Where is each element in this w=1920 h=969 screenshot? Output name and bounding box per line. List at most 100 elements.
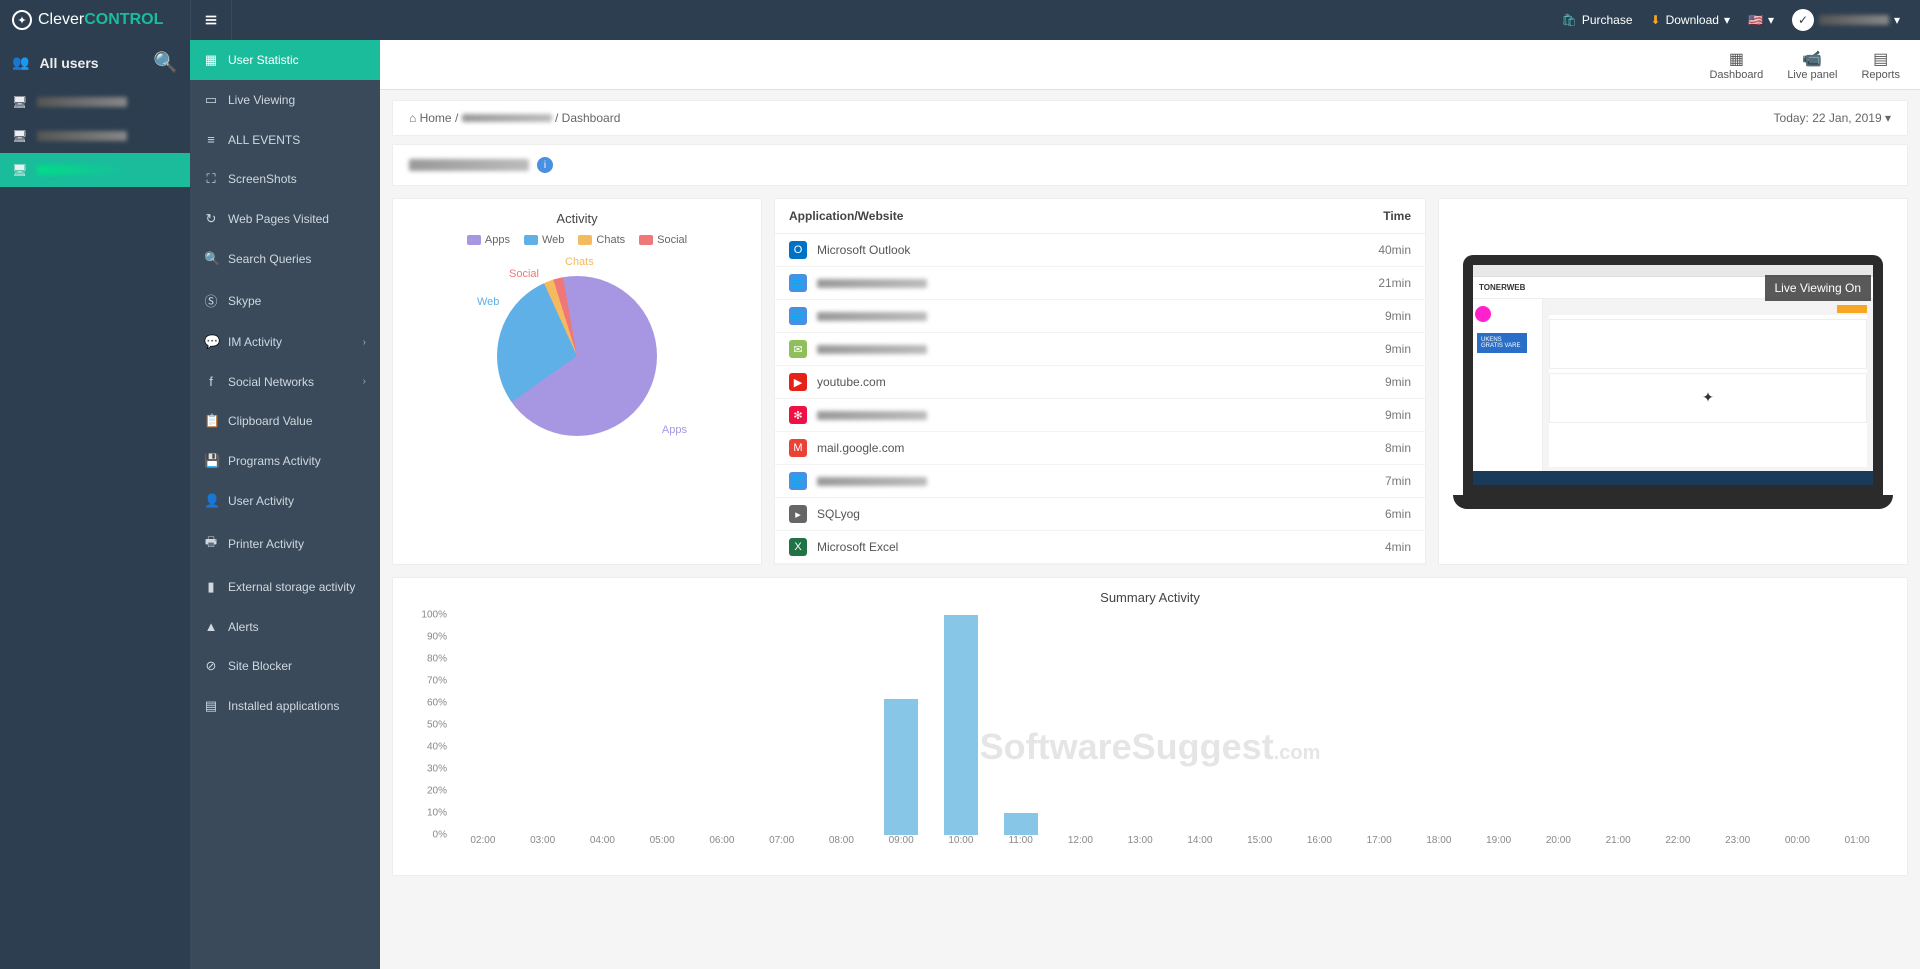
nav-item-alerts[interactable]: ▲Alerts — [190, 607, 380, 646]
nav-icon: ≡ — [204, 132, 218, 147]
brand-part2: CONTROL — [84, 11, 163, 28]
app-icon: M — [789, 439, 807, 457]
table-row[interactable]: ✉9min — [775, 333, 1425, 366]
topbar: ✦ CleverCONTROL 🛍 Purchase ⬇ Download ▾ … — [0, 0, 1920, 40]
chevron-right-icon: › — [363, 337, 366, 348]
x-tick: 02:00 — [470, 835, 495, 846]
x-tick: 16:00 — [1307, 835, 1332, 846]
live-panel-button[interactable]: 📹 Live panel — [1787, 49, 1837, 81]
swatch-apps — [467, 235, 481, 245]
app-time: 40min — [1378, 243, 1411, 257]
shield-icon: ✓ — [1792, 9, 1814, 31]
pie-label-social: Social — [509, 268, 539, 280]
nav-item-all-events[interactable]: ≡ALL EVENTS — [190, 120, 380, 159]
app-name: Microsoft Excel — [817, 540, 898, 554]
flag-icon: 🇺🇸 — [1748, 13, 1763, 27]
app-time: 9min — [1385, 309, 1411, 323]
nav-icon: ▮ — [204, 579, 218, 595]
bar[interactable] — [1004, 813, 1038, 835]
nav-icon: ▦ — [204, 52, 218, 68]
x-tick: 12:00 — [1068, 835, 1093, 846]
app-name: SQLyog — [817, 507, 860, 521]
nav-label: Clipboard Value — [228, 414, 313, 428]
swatch-web — [524, 235, 538, 245]
live-viewing-badge: Live Viewing On — [1765, 275, 1872, 301]
x-tick: 03:00 — [530, 835, 555, 846]
table-row[interactable]: XMicrosoft Excel4min — [775, 531, 1425, 564]
nav-icon: 💬 — [204, 334, 218, 350]
account-menu[interactable]: ✓ ▾ — [1792, 9, 1900, 31]
chevron-down-icon: ▾ — [1768, 13, 1774, 27]
x-tick: 17:00 — [1367, 835, 1392, 846]
nav-item-social-networks[interactable]: fSocial Networks› — [190, 362, 380, 401]
nav-item-printer-activity[interactable]: 🖶Printer Activity — [190, 521, 380, 567]
x-tick: 22:00 — [1665, 835, 1690, 846]
user-item[interactable]: 🖥 — [0, 119, 190, 153]
logo[interactable]: ✦ CleverCONTROL — [0, 10, 190, 30]
app-time: 8min — [1385, 441, 1411, 455]
language-selector[interactable]: 🇺🇸 ▾ — [1748, 13, 1774, 27]
table-row[interactable]: ▸SQLyog6min — [775, 498, 1425, 531]
pie-label-chats: Chats — [565, 256, 594, 268]
table-row[interactable]: ✻9min — [775, 399, 1425, 432]
table-row[interactable]: ▶youtube.com9min — [775, 366, 1425, 399]
legend-web[interactable]: Web — [524, 234, 564, 246]
search-icon[interactable]: 🔍 — [153, 50, 178, 75]
x-tick: 21:00 — [1606, 835, 1631, 846]
nav-item-search-queries[interactable]: 🔍Search Queries — [190, 239, 380, 279]
download-link[interactable]: ⬇ Download ▾ — [1651, 13, 1730, 27]
nav-item-user-statistic[interactable]: ▦User Statistic — [190, 40, 380, 80]
nav-item-skype[interactable]: ⓈSkype — [190, 279, 380, 322]
app-icon: 🌐 — [789, 472, 807, 490]
nav-item-external-storage-activity[interactable]: ▮External storage activity — [190, 567, 380, 607]
table-row[interactable]: 🌐9min — [775, 300, 1425, 333]
bar[interactable] — [944, 615, 978, 835]
user-item-active[interactable]: 🖥 — [0, 153, 190, 187]
bar[interactable] — [884, 699, 918, 835]
breadcrumb-home[interactable]: Home — [420, 111, 452, 125]
col-application: Application/Website — [789, 209, 903, 223]
nav-item-screenshots[interactable]: ⛶ ScreenShots — [190, 159, 380, 199]
nav-icon: ⛶ — [204, 171, 218, 187]
nav-item-live-viewing[interactable]: ▭Live Viewing — [190, 80, 380, 120]
nav-item-installed-applications[interactable]: ▤Installed applications — [190, 686, 380, 726]
all-users-label: All users — [39, 55, 98, 71]
table-row[interactable]: 🌐7min — [775, 465, 1425, 498]
user-name-blurred — [37, 165, 127, 175]
nav-item-web-pages-visited[interactable]: ↻Web Pages Visited — [190, 199, 380, 239]
nav-item-programs-activity[interactable]: 💾Programs Activity — [190, 441, 380, 481]
dashboard-button[interactable]: ▦ Dashboard — [1709, 49, 1763, 81]
nav-item-clipboard-value[interactable]: 📋Clipboard Value — [190, 401, 380, 441]
home-icon[interactable]: ⌂ — [409, 111, 416, 125]
app-icon: ✻ — [789, 406, 807, 424]
purchase-link[interactable]: 🛍 Purchase — [1562, 13, 1633, 27]
nav-icon: 🖶 — [204, 533, 218, 555]
table-row[interactable]: OMicrosoft Outlook40min — [775, 234, 1425, 267]
legend-apps[interactable]: Apps — [467, 234, 510, 246]
table-row[interactable]: 🌐21min — [775, 267, 1425, 300]
chevron-down-icon: ▾ — [1885, 111, 1891, 125]
nav-item-user-activity[interactable]: 👤User Activity — [190, 481, 380, 521]
table-header: Application/Website Time — [775, 199, 1425, 234]
live-viewing-card[interactable]: TONERWEB UKENS GRATIS VARE ✦ — [1438, 198, 1908, 565]
reports-button[interactable]: ▤ Reports — [1861, 49, 1900, 81]
nav-label: Installed applications — [228, 699, 339, 713]
all-users-header[interactable]: 👥 All users 🔍 — [0, 40, 190, 85]
date-picker[interactable]: Today: 22 Jan, 2019 ▾ — [1774, 111, 1891, 125]
activity-card: Activity Apps Web Chats Social Chats Soc… — [392, 198, 762, 565]
fake-promo-box: UKENS GRATIS VARE — [1477, 333, 1527, 353]
monitor-icon: 🖥 — [12, 129, 27, 143]
user-item[interactable]: 🖥 — [0, 85, 190, 119]
info-icon[interactable]: i — [537, 157, 553, 173]
y-tick: 70% — [427, 676, 447, 687]
nav-item-site-blocker[interactable]: ⊘Site Blocker — [190, 646, 380, 686]
nav-item-im-activity[interactable]: 💬IM Activity› — [190, 322, 380, 362]
nav-label: Live Viewing — [228, 93, 295, 107]
table-row[interactable]: Mmail.google.com8min — [775, 432, 1425, 465]
view-toolbar: ▦ Dashboard 📹 Live panel ▤ Reports — [380, 40, 1920, 90]
nav-label: ScreenShots — [228, 172, 297, 186]
user-name-blurred — [37, 97, 127, 107]
legend-chats[interactable]: Chats — [578, 234, 625, 246]
hamburger-button[interactable] — [190, 0, 232, 40]
legend-social[interactable]: Social — [639, 234, 687, 246]
